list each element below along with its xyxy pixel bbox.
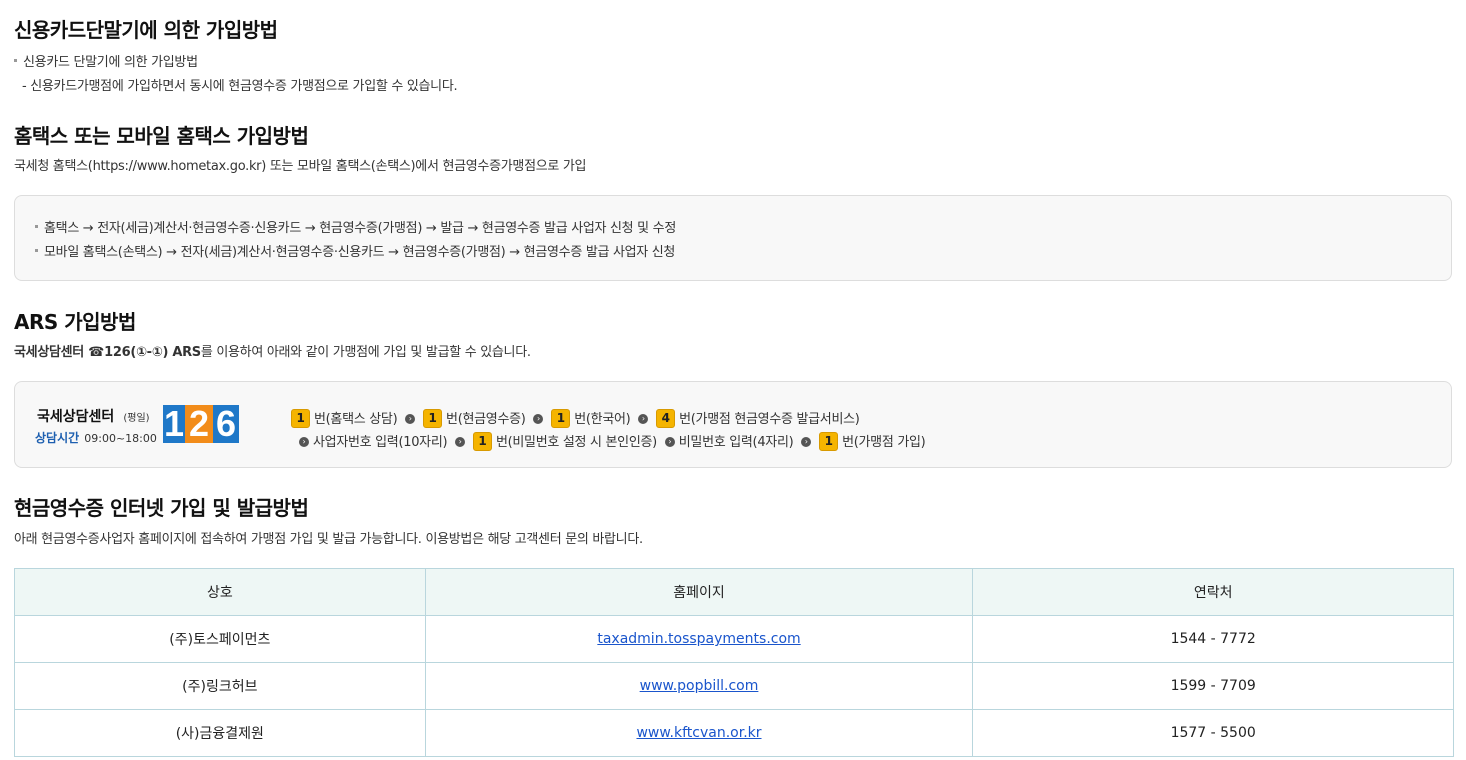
column-header-contact: 연락처	[972, 568, 1454, 616]
bullet-icon	[14, 59, 17, 62]
arrow-right-icon: ›	[638, 413, 649, 424]
weekday-label: (평일)	[123, 413, 150, 424]
column-header-name: 상호	[14, 568, 426, 616]
provider-homepage-link[interactable]: www.popbill.com	[640, 678, 759, 694]
hometax-path-box: 홈택스 → 전자(세금)계산서·현금영수증·신용카드 → 현금영수증(가맹점) …	[14, 195, 1452, 281]
section-title-ars: ARS 가입방법	[14, 310, 136, 334]
step-text: 번(가맹점 현금영수증 발급서비스)	[679, 412, 860, 427]
section-title-hometax: 홈택스 또는 모바일 홈택스 가입방법	[14, 124, 309, 148]
provider-homepage-cell: taxadmin.tosspayments.com	[424, 615, 974, 663]
bullet-icon	[35, 249, 38, 252]
logo-digit-1: 1	[163, 403, 185, 444]
arrow-right-icon: ›	[801, 436, 812, 447]
provider-name: (사)금융결제원	[14, 709, 426, 757]
provider-homepage-link[interactable]: www.kftcvan.or.kr	[636, 725, 761, 741]
step-number-badge: 1	[551, 409, 571, 428]
step-text: 사업자번호 입력(10자리)	[313, 435, 448, 450]
ars-steps-line-1: 1 번(홈택스 상담) › 1 번(현금영수증) › 1 번(한국어) › 4 번(가맹…	[291, 408, 860, 429]
provider-name: (주)토스페이먼츠	[14, 615, 426, 663]
step-text: 번(홈택스 상담)	[314, 412, 398, 427]
provider-homepage-link[interactable]: taxadmin.tosspayments.com	[597, 631, 800, 647]
bullet-icon	[35, 225, 38, 228]
arrow-right-icon: ›	[533, 413, 544, 424]
section-title-internet: 현금영수증 인터넷 가입 및 발급방법	[14, 496, 309, 520]
ars-steps-line-2: › 사업자번호 입력(10자리) › 1 번(비밀번호 설정 시 본인인증) › 비밀…	[295, 431, 926, 452]
arrow-right-icon: ›	[664, 436, 675, 447]
hometax-path-text: 홈택스 → 전자(세금)계산서·현금영수증·신용카드 → 현금영수증(가맹점) …	[44, 221, 676, 236]
arrow-right-icon: ›	[405, 413, 416, 424]
mobile-hometax-path-item: 모바일 홈택스(손택스) → 전자(세금)계산서·현금영수증·신용카드 → 현금…	[35, 241, 675, 260]
provider-phone: 1599 - 7709	[972, 662, 1454, 710]
table-row: (사)금융결제원 www.kftcvan.or.kr 1577 - 5500	[14, 709, 1454, 757]
ars-description-bold: 국세상담센터 ☎126(①-①) ARS	[14, 345, 201, 360]
card-terminal-note: - 신용카드가맹점에 가입하면서 동시에 현금영수증 가맹점으로 가입할 수 있…	[22, 79, 458, 94]
table-row: (주)토스페이먼츠 taxadmin.tosspayments.com 1544…	[14, 615, 1454, 663]
hometax-description: 국세청 홈택스(https://www.hometax.go.kr) 또는 모바…	[14, 159, 587, 174]
ars-description-rest: 를 이용하여 아래와 같이 가맹점에 가입 및 발급할 수 있습니다.	[200, 345, 531, 360]
provider-phone: 1544 - 7772	[972, 615, 1454, 663]
table-header-row: 상호 홈페이지 연락처	[14, 568, 1454, 616]
table-row: (주)링크허브 www.popbill.com 1599 - 7709	[14, 662, 1454, 710]
provider-homepage-cell: www.popbill.com	[424, 662, 974, 710]
bullet-card-terminal: 신용카드 단말기에 의한 가입방법	[14, 51, 198, 70]
ars-description: 국세상담센터 ☎126(①-①) ARS를 이용하여 아래와 같이 가맹점에 가…	[14, 341, 531, 360]
hours-value: 09:00~18:00	[84, 432, 157, 445]
arrow-right-icon: ›	[299, 436, 309, 447]
arrow-right-icon: ›	[455, 436, 466, 447]
provider-phone: 1577 - 5500	[972, 709, 1454, 757]
step-text: 번(비밀번호 설정 시 본인인증)	[495, 435, 657, 450]
column-header-homepage: 홈페이지	[424, 568, 974, 616]
provider-name: (주)링크허브	[14, 662, 426, 710]
ars-box: 국세상담센터 (평일) 상담시간 09:00~18:00 1 2 6 1 번(홈택…	[14, 381, 1452, 468]
provider-table: 상호 홈페이지 연락처 (주)토스페이먼츠 taxadmin.tosspayme…	[14, 568, 1454, 757]
hometax-path-item: 홈택스 → 전자(세금)계산서·현금영수증·신용카드 → 현금영수증(가맹점) …	[35, 217, 676, 236]
mobile-hometax-path-text: 모바일 홈택스(손택스) → 전자(세금)계산서·현금영수증·신용카드 → 현금…	[44, 245, 676, 260]
step-text: 번(가맹점 가입)	[842, 435, 926, 450]
logo-digit-2: 2	[185, 405, 213, 443]
step-number-badge: 1	[819, 432, 839, 451]
hours-label: 상담시간	[35, 431, 80, 445]
step-number-badge: 1	[291, 409, 310, 428]
step-number-badge: 1	[472, 432, 492, 451]
step-text: 비밀번호 입력(4자리)	[678, 435, 794, 450]
call-center-label: 국세상담센터 (평일)	[37, 406, 150, 426]
call-center-name: 국세상담센터	[37, 409, 115, 425]
step-number-badge: 1	[423, 409, 443, 428]
step-number-badge: 4	[656, 409, 676, 428]
page: 신용카드단말기에 의한 가입방법 신용카드 단말기에 의한 가입방법 - 신용카…	[0, 0, 1466, 760]
ars-126-logo: 1 2 6	[163, 405, 239, 443]
step-text: 번(한국어)	[574, 412, 631, 427]
logo-digit-6: 6	[213, 405, 239, 443]
step-text: 번(현금영수증)	[446, 412, 526, 427]
provider-homepage-cell: www.kftcvan.or.kr	[424, 709, 974, 757]
bullet-text: 신용카드 단말기에 의한 가입방법	[23, 55, 198, 70]
internet-description: 아래 현금영수증사업자 홈페이지에 접속하여 가맹점 가입 및 발급 가능합니다…	[14, 532, 643, 547]
call-center-hours: 상담시간 09:00~18:00	[35, 427, 157, 446]
section-title-card-terminal: 신용카드단말기에 의한 가입방법	[14, 18, 278, 42]
